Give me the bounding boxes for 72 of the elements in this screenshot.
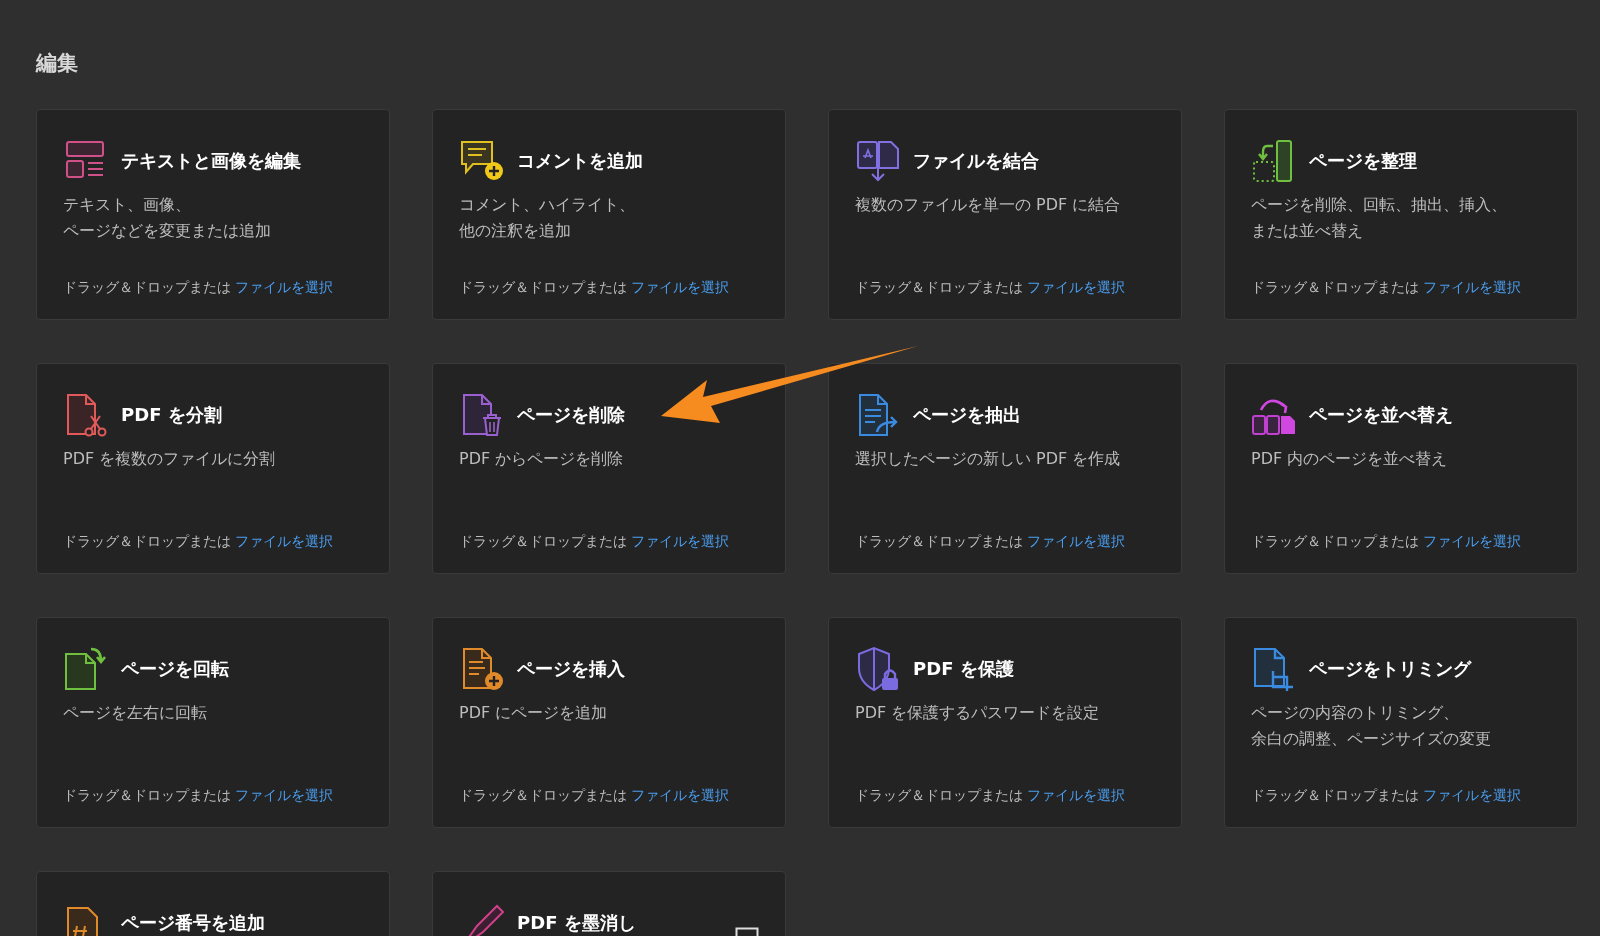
card-description: ページを削除、回転、抽出、挿入、 — [1251, 194, 1508, 216]
tool-card[interactable]: ページをトリミング ページの内容のトリミング、 余白の調整、ページサイズの変更 ドラッグ＆ドロップまたは ファイルを選択 — [1224, 617, 1578, 828]
tool-card[interactable]: ページを並べ替え PDF 内のページを並べ替え ドラッグ＆ドロップまたは ファイルを選択 — [1224, 363, 1578, 574]
card-description: 選択したページの新しい PDF を作成 — [855, 448, 1122, 470]
card-title: テキストと画像を編集 — [121, 149, 301, 173]
tool-card[interactable]: ページ番号を追加 — [36, 871, 390, 936]
drop-hint: ドラッグ＆ドロップまたは — [63, 787, 231, 805]
select-file-link[interactable]: ファイルを選択 — [235, 787, 333, 805]
tool-card[interactable]: ページを挿入 PDF にページを追加 ドラッグ＆ドロップまたは ファイルを選択 — [432, 617, 786, 828]
select-file-link[interactable]: ファイルを選択 — [631, 787, 729, 805]
select-file-link[interactable]: ファイルを選択 — [1027, 787, 1125, 805]
shield-lock-icon — [855, 646, 901, 692]
card-description: または並べ替え — [1251, 220, 1364, 242]
card-description: ページなどを変更または追加 — [63, 220, 272, 242]
drop-hint: ドラッグ＆ドロップまたは — [459, 279, 627, 297]
select-file-link[interactable]: ファイルを選択 — [235, 533, 333, 551]
card-description: PDF を複数のファイルに分割 — [63, 448, 277, 470]
drop-hint: ドラッグ＆ドロップまたは — [459, 533, 627, 551]
card-title: ページをトリミング — [1309, 657, 1471, 681]
tool-card[interactable]: コメントを追加 コメント、ハイライト、 他の注釈を追加 ドラッグ＆ドロップまたは ファイルを選択 — [432, 109, 786, 320]
documents-arrow-icon — [855, 138, 901, 184]
drop-hint: ドラッグ＆ドロップまたは — [1251, 787, 1419, 805]
select-file-link[interactable]: ファイルを選択 — [1027, 279, 1125, 297]
select-file-link[interactable]: ファイルを選択 — [1423, 279, 1521, 297]
card-description: テキスト、画像、 — [63, 194, 192, 216]
select-file-link[interactable]: ファイルを選択 — [631, 279, 729, 297]
drop-hint: ドラッグ＆ドロップまたは — [63, 533, 231, 551]
card-description: 余白の調整、ページサイズの変更 — [1251, 728, 1492, 750]
card-description: ページの内容のトリミング、 — [1251, 702, 1460, 724]
drop-hint: ドラッグ＆ドロップまたは — [855, 279, 1023, 297]
card-description: PDF にページを追加 — [459, 702, 609, 724]
drop-hint: ドラッグ＆ドロップまたは — [855, 533, 1023, 551]
card-description: PDF からページを削除 — [459, 448, 625, 470]
drop-hint: ドラッグ＆ドロップまたは — [855, 787, 1023, 805]
tool-card[interactable]: ページを抽出 選択したページの新しい PDF を作成 ドラッグ＆ドロップまたは ファイルを選択 — [828, 363, 1182, 574]
select-file-link[interactable]: ファイルを選択 — [1423, 787, 1521, 805]
card-description: 他の注釈を追加 — [459, 220, 572, 242]
drop-hint: ドラッグ＆ドロップまたは — [459, 787, 627, 805]
card-title: PDF を保護 — [913, 657, 1014, 681]
select-file-link[interactable]: ファイルを選択 — [1423, 533, 1521, 551]
tool-card[interactable]: ページを整理 ページを削除、回転、抽出、挿入、 または並べ替え ドラッグ＆ドロップまたは ファイルを選択 — [1224, 109, 1578, 320]
card-title: ページを抽出 — [913, 403, 1021, 427]
card-title: PDF を分割 — [121, 403, 222, 427]
card-description: 複数のファイルを単一の PDF に結合 — [855, 194, 1122, 216]
tool-card[interactable]: PDF を保護 PDF を保護するパスワードを設定 ドラッグ＆ドロップまたは ファイルを選択 — [828, 617, 1182, 828]
card-description: PDF 内のページを並べ替え — [1251, 448, 1449, 470]
drop-hint: ドラッグ＆ドロップまたは — [1251, 279, 1419, 297]
card-title: ページを並べ替え — [1309, 403, 1453, 427]
section-title: 編集 — [36, 50, 79, 77]
card-description: PDF を保護するパスワードを設定 — [855, 702, 1101, 724]
card-title: ファイルを結合 — [913, 149, 1039, 173]
card-title: コメントを追加 — [517, 149, 643, 173]
tool-card[interactable]: ファイルを結合 複数のファイルを単一の PDF に結合 ドラッグ＆ドロップまたは ファイルを選択 — [828, 109, 1182, 320]
card-title: PDF を墨消し — [517, 911, 636, 935]
card-title: ページを挿入 — [517, 657, 625, 681]
card-title: ページを整理 — [1309, 149, 1417, 173]
drop-hint: ドラッグ＆ドロップまたは — [63, 279, 231, 297]
drop-hint: ドラッグ＆ドロップまたは — [1251, 533, 1419, 551]
tool-card[interactable]: テキストと画像を編集 テキスト、画像、 ページなどを変更または追加 ドラッグ＆ドロップまたは ファイルを選択 — [36, 109, 390, 320]
card-title: ページを削除 — [517, 403, 625, 427]
document-rotate-icon — [63, 646, 109, 692]
select-file-link[interactable]: ファイルを選択 — [1027, 533, 1125, 551]
tool-card[interactable]: PDF を分割 PDF を複数のファイルに分割 ドラッグ＆ドロップまたは ファイルを選択 — [36, 363, 390, 574]
select-file-link[interactable]: ファイルを選択 — [631, 533, 729, 551]
tool-card[interactable]: ページを削除 PDF からページを削除 ドラッグ＆ドロップまたは ファイルを選択 — [432, 363, 786, 574]
card-title: ページを回転 — [121, 657, 229, 681]
card-description: ページを左右に回転 — [63, 702, 208, 724]
tool-card[interactable]: ページを回転 ページを左右に回転 ドラッグ＆ドロップまたは ファイルを選択 — [36, 617, 390, 828]
select-file-link[interactable]: ファイルを選択 — [235, 279, 333, 297]
card-title: ページ番号を追加 — [121, 911, 265, 935]
tool-card[interactable]: PDF を墨消し — [432, 871, 786, 936]
card-description: コメント、ハイライト、 — [459, 194, 636, 216]
